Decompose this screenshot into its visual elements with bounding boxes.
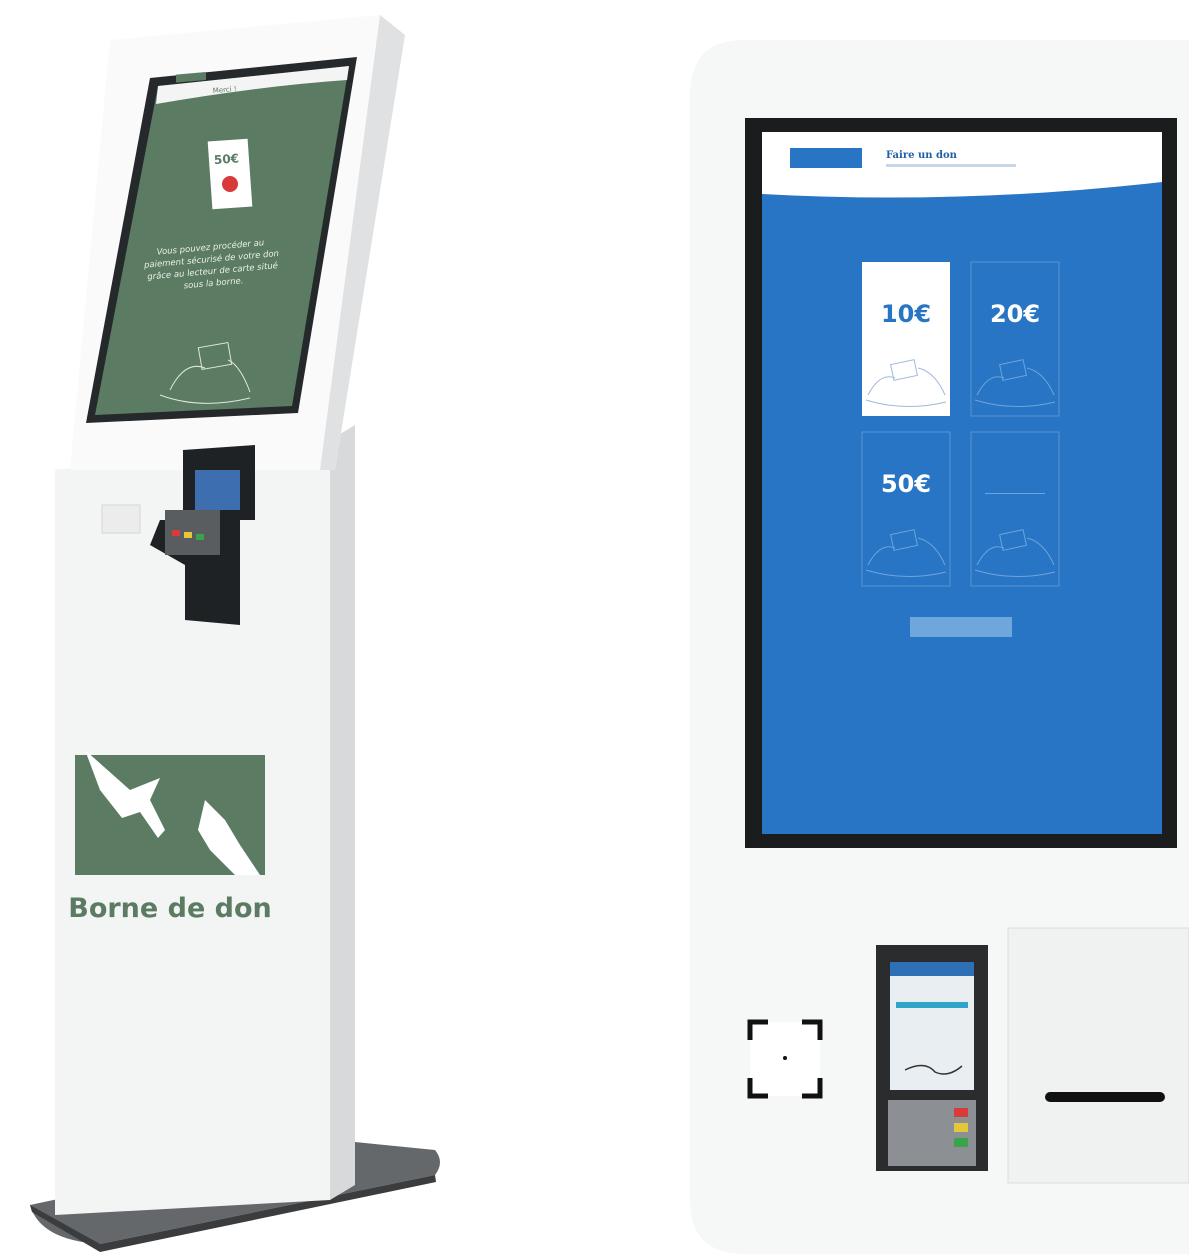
validate-button[interactable] [910,617,1012,637]
qr-scanner [747,1019,823,1099]
ticket-printer [1007,927,1189,1184]
header-title: Faire un don [886,150,958,161]
tile-amount: 20€ [990,300,1040,328]
terminal-keypad[interactable] [888,1100,976,1166]
right-kiosk: Faire un don 10€ 20€ 50€ [690,40,1189,1254]
header-button[interactable] [790,148,862,168]
terminal-screen [890,962,974,1090]
tile-amount: 10€ [881,300,931,328]
tile-amount: 50€ [881,470,931,498]
right-screen [762,132,1162,834]
ticket-slot [1045,1092,1165,1102]
amount-tile-10[interactable]: 10€ [862,262,950,416]
